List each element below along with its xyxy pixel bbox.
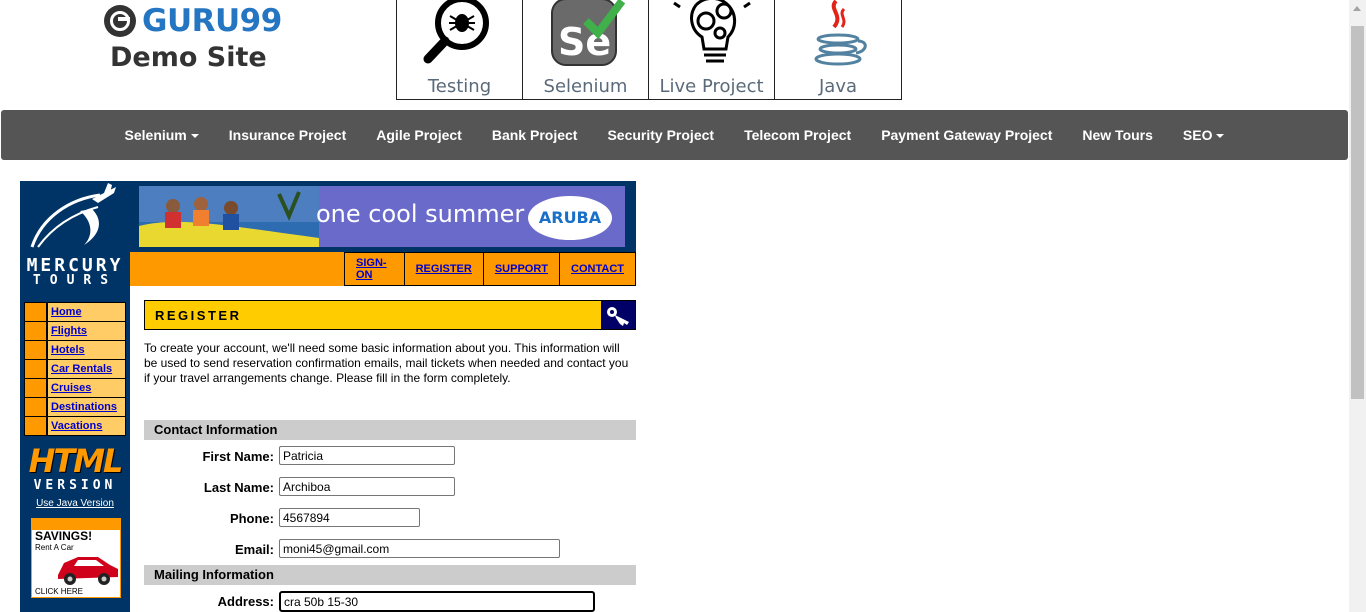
register-heading-bar: REGISTER [144, 300, 636, 330]
tile-label: Selenium [543, 76, 628, 97]
email-field[interactable] [279, 539, 560, 558]
aruba-banner-ad[interactable]: one cool summer ARUBA [139, 186, 625, 247]
nav-agile-project[interactable]: Agile Project [361, 127, 477, 143]
sign-on-link[interactable]: SIGN-ON [344, 252, 404, 286]
ad-click-here: CLICK HERE [35, 587, 84, 596]
menu-bullet [25, 303, 46, 321]
tile-testing[interactable]: Testing [397, 0, 523, 99]
side-menu-item-cruises: Cruises [24, 379, 126, 397]
side-menu-link[interactable]: Vacations [48, 417, 125, 435]
nav-label: Selenium [124, 127, 187, 143]
scrollbar-thumb[interactable] [1351, 26, 1364, 399]
car-rental-ad[interactable]: SAVINGS! Rent A Car CLICK HERE [31, 518, 121, 598]
contact-information-heading: Contact Information [144, 420, 636, 440]
magnifier-bug-icon [423, 0, 489, 64]
ad-heading: SAVINGS! [35, 529, 93, 543]
contact-link[interactable]: CONTACT [559, 252, 636, 286]
brand-name: GURU99 [142, 3, 282, 39]
side-menu-item-destinations: Destinations [24, 398, 126, 416]
side-menu-link[interactable]: Hotels [48, 341, 125, 359]
tile-label: Testing [427, 76, 492, 97]
tubing-photo-icon [139, 186, 319, 247]
java-cup-icon [814, 0, 867, 66]
menu-bullet [25, 341, 46, 359]
tile-java[interactable]: Java [775, 0, 901, 99]
nav-bank-project[interactable]: Bank Project [477, 127, 593, 143]
guru99-logo[interactable]: GURU99 Demo Site [104, 2, 284, 73]
tile-label: Java [818, 76, 858, 97]
top-category-tiles: Testing Se Selenium Live Project Java [396, 0, 902, 100]
nav-payment-gateway-project[interactable]: Payment Gateway Project [866, 127, 1067, 143]
nav-label: SEO [1182, 127, 1213, 143]
side-menu-link[interactable]: Car Rentals [48, 360, 125, 378]
menu-bullet [25, 379, 46, 397]
guru99-logo-icon [104, 5, 136, 37]
vertical-scrollbar[interactable] [1349, 0, 1366, 612]
phone-label: Phone: [229, 511, 274, 526]
support-link[interactable]: SUPPORT [482, 252, 560, 286]
nav-telecom-project[interactable]: Telecom Project [729, 127, 866, 143]
side-menu-item-home: Home [24, 303, 126, 321]
tours-logo-word: TOURS [32, 273, 118, 288]
email-label: Email: [234, 542, 274, 557]
nav-new-tours[interactable]: New Tours [1067, 127, 1168, 143]
tile-live-project[interactable]: Live Project [649, 0, 775, 99]
address-field[interactable] [279, 591, 595, 612]
last-name-field[interactable] [279, 477, 455, 496]
chevron-down-icon [1216, 134, 1225, 139]
menu-bullet [25, 322, 46, 340]
main-nav: Selenium Insurance Project Agile Project… [1, 110, 1348, 160]
chevron-down-icon [190, 134, 199, 139]
side-menu-item-vacations: Vacations [24, 417, 126, 435]
html-version-badge: HTML VERSION Use Java Version [20, 443, 130, 509]
menu-bullet [25, 398, 46, 416]
banner-tagline: one cool summer [316, 200, 525, 228]
tile-label: Live Project [659, 76, 764, 97]
nav-seo[interactable]: SEO [1168, 127, 1240, 143]
nav-selenium[interactable]: Selenium [110, 127, 214, 143]
html-version-title: HTML [28, 442, 124, 480]
side-menu-item-hotels: Hotels [24, 341, 126, 359]
side-menu-link[interactable]: Destinations [48, 398, 125, 416]
nav-security-project[interactable]: Security Project [592, 127, 729, 143]
side-menu-item-flights: Flights [24, 322, 126, 340]
aruba-logo-text: ARUBA [538, 208, 602, 227]
tile-selenium[interactable]: Se Selenium [523, 0, 649, 99]
nav-insurance-project[interactable]: Insurance Project [214, 127, 362, 143]
html-version-subtitle: VERSION [33, 478, 117, 493]
scroll-up-arrow-icon[interactable] [1353, 6, 1361, 11]
mercury-side-menu: Home Flights Hotels Car Rentals Cruises … [24, 302, 126, 436]
menu-bullet [25, 360, 46, 378]
mercury-top-links-bar: SIGN-ON REGISTER SUPPORT CONTACT [130, 252, 636, 286]
register-link[interactable]: REGISTER [403, 252, 483, 286]
address-label: Address: [217, 594, 274, 609]
mercury-banner-area: one cool summer ARUBA [130, 181, 636, 252]
use-java-version-link[interactable]: Use Java Version [20, 498, 130, 509]
aruba-logo: ARUBA [528, 196, 612, 240]
side-menu-link[interactable]: Flights [48, 322, 125, 340]
first-name-field[interactable] [279, 446, 455, 465]
menu-bullet [25, 417, 46, 435]
key-icon [601, 301, 635, 329]
red-car-icon [58, 557, 118, 585]
page-title: REGISTER [155, 308, 242, 323]
lightbulb-gears-icon [672, 0, 751, 63]
selenium-se-icon: Se [550, 0, 625, 66]
mailing-information-heading: Mailing Information [144, 565, 636, 585]
first-name-label: First Name: [202, 449, 274, 464]
side-menu-link[interactable]: Cruises [48, 379, 125, 397]
phone-field[interactable] [279, 508, 420, 527]
side-menu-link[interactable]: Home [48, 303, 125, 321]
last-name-label: Last Name: [203, 480, 274, 495]
brand-subtitle: Demo Site [110, 42, 267, 73]
side-menu-item-car-rentals: Car Rentals [24, 360, 126, 378]
register-intro-text: To create your account, we'll need some … [144, 341, 629, 385]
mercury-sidebar: MERCURY TOURS Home Flights Hotels Car Re… [20, 181, 130, 612]
